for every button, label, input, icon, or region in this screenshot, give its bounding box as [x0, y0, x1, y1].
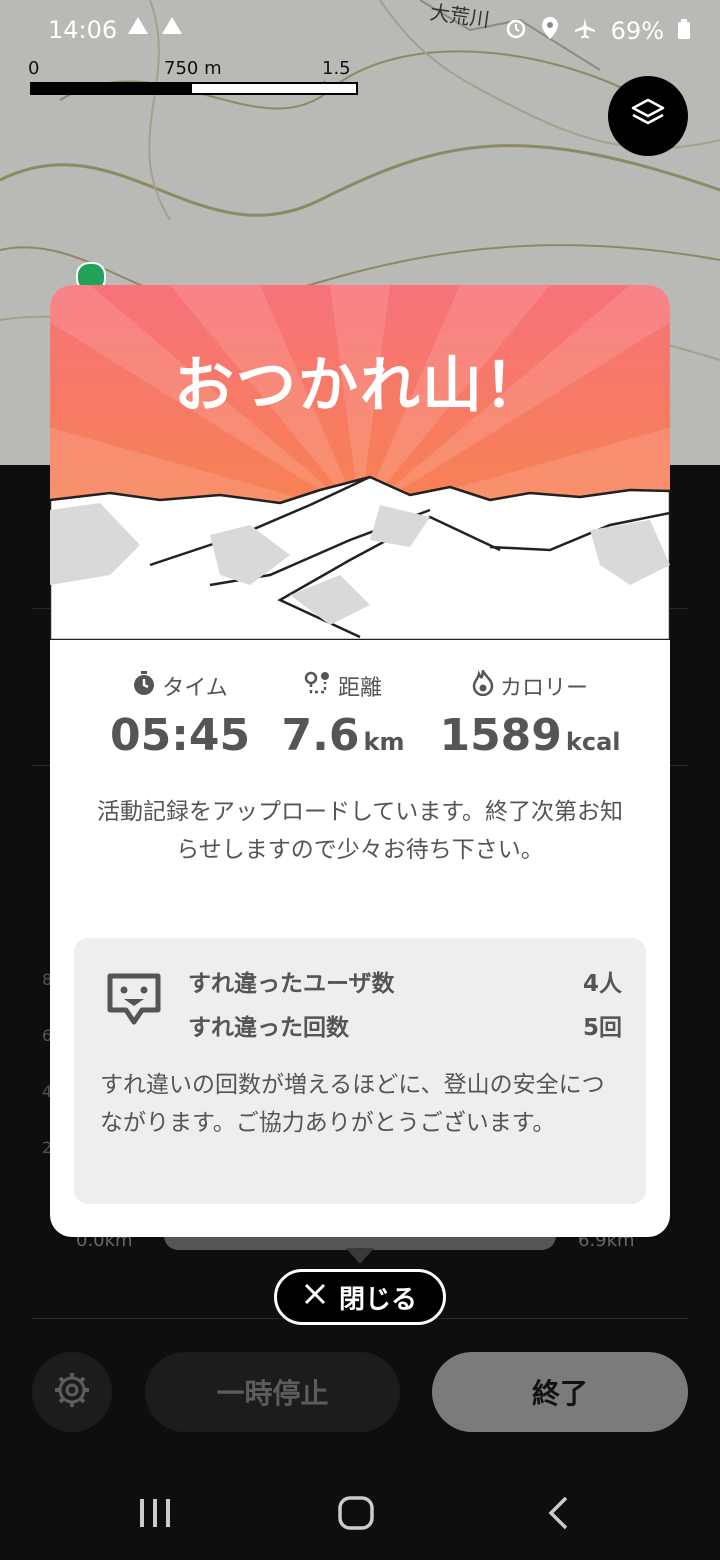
scale-label-750m: 750 m [164, 58, 222, 79]
mountain-sunrise-illustration: おつかれ山！ [50, 285, 670, 642]
system-navigation-bar [0, 1470, 720, 1560]
encounter-users-value: 4人 [582, 971, 622, 997]
stat-calories: カロリー 1589 kcal [435, 666, 625, 761]
route-icon [304, 670, 332, 702]
close-button-label: 閉じる [338, 1284, 417, 1315]
battery-percent: 69% [610, 17, 664, 45]
tooltip-pointer [346, 1248, 374, 1264]
map-layers-button[interactable] [608, 76, 688, 156]
settings-button[interactable] [32, 1352, 112, 1432]
back-button[interactable] [528, 1490, 588, 1540]
encounter-summary: すれ違ったユーザ数 4人 すれ違った回数 5回 すれ違いの回数が増えるほどに、登… [74, 938, 646, 1204]
dialog-title: おつかれ山！ [174, 351, 546, 421]
encounter-users-row: すれ違ったユーザ数 4人 [188, 964, 622, 998]
status-bar: 14:06 69% [0, 0, 720, 60]
status-time: 14:06 [48, 16, 118, 44]
stat-time-label: タイム [162, 676, 228, 701]
stat-calories-label: カロリー [499, 676, 588, 701]
stat-calories-value: 1589 [439, 710, 562, 761]
encounter-users-label: すれ違ったユーザ数 [188, 971, 395, 997]
gear-icon [52, 1370, 92, 1414]
stat-distance-value: 7.6 [281, 710, 360, 761]
stat-time-value: 05:45 [110, 710, 251, 761]
home-icon [337, 1495, 375, 1535]
stat-calories-unit: kcal [565, 728, 621, 756]
stat-distance: 距離 7.6 km [278, 670, 408, 761]
flame-icon [472, 666, 494, 702]
encounter-count-row: すれ違った回数 5回 [188, 1008, 622, 1042]
home-button[interactable] [326, 1490, 386, 1540]
mountain-notification-icon-2 [160, 14, 184, 42]
upload-status-message: 活動記録をアップロードしています。終了次第お知らせしますので少々お待ち下さい。 [96, 799, 623, 863]
layers-icon [629, 95, 667, 137]
pause-button[interactable]: 一時停止 [145, 1352, 400, 1432]
finish-button[interactable]: 終了 [432, 1352, 688, 1432]
battery-icon [678, 17, 690, 45]
encounter-face-icon [104, 970, 164, 1034]
recent-apps-icon [138, 1497, 172, 1533]
encounter-note: すれ違いの回数が増えるほどに、登山の安全につながります。ご協力ありがとうございま… [100, 1072, 605, 1136]
stat-time: タイム 05:45 [110, 670, 250, 761]
scale-label-0: 0 [28, 58, 40, 79]
encounter-count-label: すれ違った回数 [188, 1015, 349, 1041]
stopwatch-icon [132, 670, 156, 702]
stat-distance-label: 距離 [337, 676, 382, 701]
encounter-count-value: 5回 [582, 1015, 622, 1041]
mountain-notification-icon [126, 14, 150, 42]
close-icon [303, 1282, 327, 1313]
back-arrow-icon [546, 1495, 570, 1535]
close-dialog-button[interactable]: 閉じる [274, 1269, 446, 1325]
recent-apps-button[interactable] [125, 1490, 185, 1540]
activity-stats: タイム 05:45 距離 7.6 km カロリー 1589 kcal [50, 666, 670, 761]
alarm-icon [505, 17, 527, 45]
stat-distance-unit: km [363, 728, 405, 756]
location-icon [541, 16, 559, 46]
map-scale-bar: 0 750 m 1.5 km [28, 58, 358, 100]
completion-dialog: おつかれ山！ タイム 05:45 距離 7.6 km カロリー 1589 kca… [50, 285, 670, 1237]
airplane-mode-icon [573, 16, 597, 46]
